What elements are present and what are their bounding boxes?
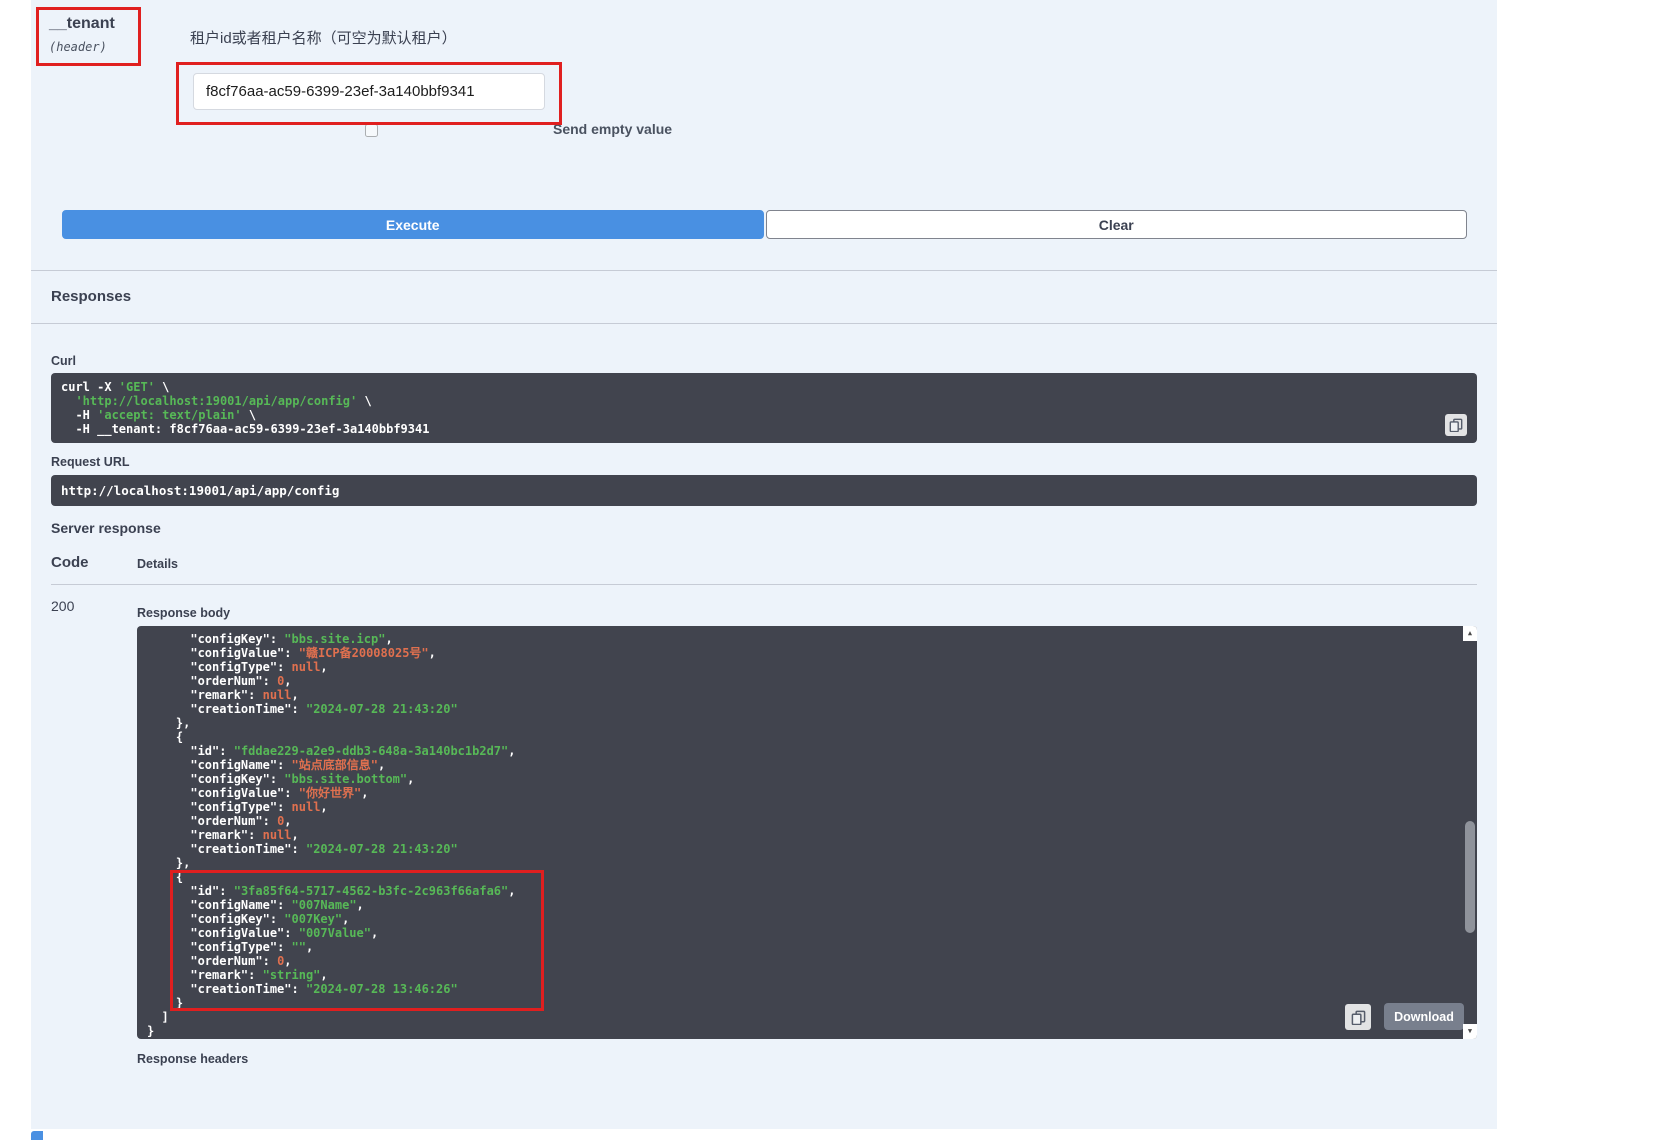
code-line: 'http://localhost:19001/api/app/config' … [61,394,1467,408]
curl-command-block: curl -X 'GET' \ 'http://localhost:19001/… [51,373,1477,443]
code-line: curl -X 'GET' \ [61,380,1467,394]
status-code: 200 [51,598,74,614]
param-description: 租户id或者租户名称（可空为默认租户） [190,27,457,48]
code-line: "configType": null, [147,660,1467,674]
scroll-up-icon[interactable]: ▲ [1463,626,1477,641]
download-button[interactable]: Download [1384,1003,1464,1030]
code-line: "creationTime": "2024-07-28 21:43:20" [147,702,1467,716]
response-body-scrollbar[interactable]: ▲ ▼ [1463,626,1477,1039]
curl-label: Curl [51,354,76,368]
clear-button[interactable]: Clear [766,210,1468,239]
response-body-label: Response body [137,606,230,620]
execute-button[interactable]: Execute [62,210,764,239]
details-column-header: Details [137,557,178,571]
code-line: "configValue": "赣ICP备20008025号", [147,646,1467,660]
param-name: __tenant [49,15,128,33]
code-line: { [147,730,1467,744]
send-empty-value-checkbox[interactable] [365,124,378,137]
code-line: "remark": null, [147,828,1467,842]
copy-response-button[interactable] [1345,1004,1371,1030]
code-line: ] [147,1010,1467,1024]
param-location: (header) [49,40,128,54]
clipboard-icon [1449,418,1463,432]
annotation-box-tenant-param: __tenant (header) [36,7,141,66]
copy-curl-button[interactable] [1445,414,1467,436]
server-response-label: Server response [51,520,161,536]
code-line: "remark": null, [147,688,1467,702]
code-line: -H 'accept: text/plain' \ [61,408,1467,422]
code-line: "configKey": "bbs.site.icp", [147,632,1467,646]
operation-panel: __tenant (header) 租户id或者租户名称（可空为默认租户） Se… [31,0,1497,1129]
code-line: "configValue": "你好世界", [147,786,1467,800]
code-line: "creationTime": "2024-07-28 21:43:20" [147,842,1467,856]
code-column-header: Code [51,554,89,571]
annotation-box-response-item [170,870,544,1011]
code-line: "orderNum": 0, [147,814,1467,828]
code-line: "id": "fddae229-a2e9-ddb3-648a-3a140bc1b… [147,744,1467,758]
response-body-block: "configKey": "bbs.site.icp", "configValu… [137,626,1477,1039]
clipboard-icon [1351,1010,1366,1025]
curl-command-text: curl -X 'GET' \ 'http://localhost:19001/… [61,380,1467,436]
tenant-value-input[interactable] [193,73,545,110]
request-url-value: http://localhost:19001/api/app/config [61,484,1467,498]
execute-row: Execute Clear [62,210,1467,239]
divider [31,270,1497,271]
code-line: "orderNum": 0, [147,674,1467,688]
code-line: "configKey": "bbs.site.bottom", [147,772,1467,786]
divider [51,584,1477,585]
code-line: }, [147,716,1467,730]
code-line: "configName": "站点底部信息", [147,758,1467,772]
code-line: "configType": null, [147,800,1467,814]
request-url-label: Request URL [51,455,129,469]
next-operation-fragment [31,1131,43,1140]
code-line: } [147,1024,1467,1038]
scrollbar-thumb[interactable] [1465,821,1475,933]
request-url-block: http://localhost:19001/api/app/config [51,475,1477,506]
code-line: }, [147,856,1467,870]
scroll-down-icon[interactable]: ▼ [1463,1024,1477,1039]
send-empty-value-label: Send empty value [553,121,672,137]
code-line: -H __tenant: f8cf76aa-ac59-6399-23ef-3a1… [61,422,1467,436]
response-headers-label: Response headers [137,1052,248,1066]
responses-title: Responses [51,288,131,305]
annotation-box-tenant-value [176,62,562,125]
divider [31,323,1497,324]
